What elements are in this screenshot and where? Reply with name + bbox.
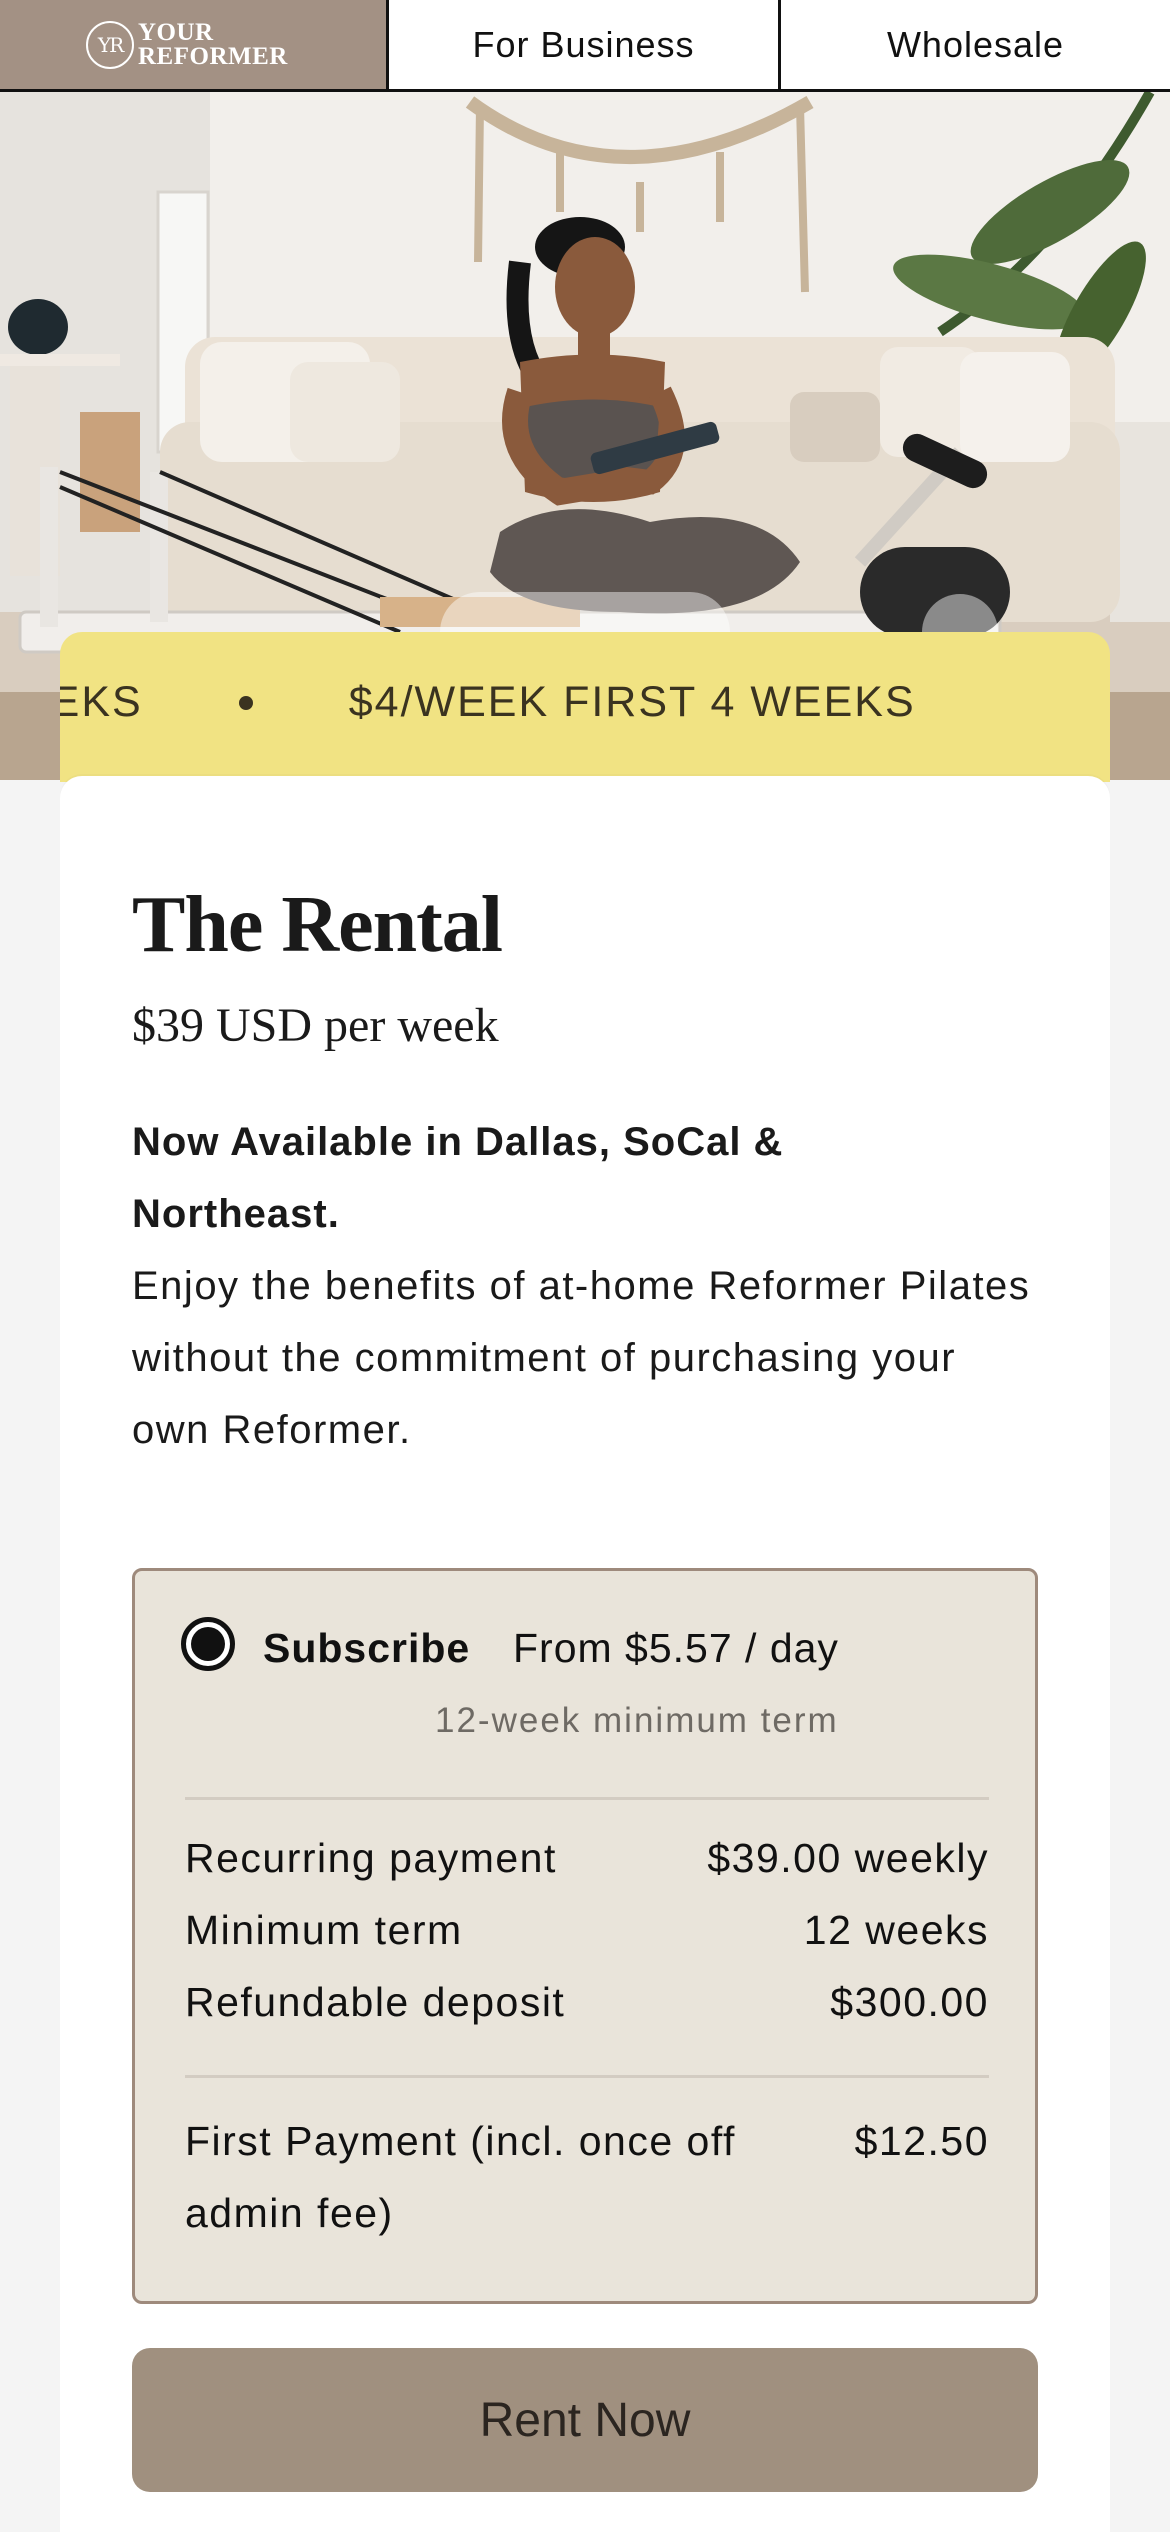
availability-text: Now Available in Dallas, SoCal & Northea… — [132, 1120, 784, 1236]
plan-row-label: Minimum term — [185, 1907, 463, 1953]
ticker-fragment: EEKS — [60, 678, 143, 726]
subscribe-plan-option[interactable]: Subscribe From $5.57 / day 12-week minim… — [132, 1568, 1038, 2304]
description-text: Enjoy the benefits of at-home Reformer P… — [132, 1264, 1031, 1452]
plan-row-recurring: Recurring payment $39.00 weekly — [185, 1835, 989, 1882]
ticker-message: $4/WEEK FIRST 4 WEEKS — [348, 678, 916, 726]
promo-ticker: EEKS $4/WEEK FIRST 4 WEEKS — [60, 632, 1110, 782]
product-title: The Rental — [132, 881, 503, 969]
plan-row-value: $39.00 weekly — [707, 1835, 989, 1881]
ticker-track: EEKS $4/WEEK FIRST 4 WEEKS — [60, 678, 916, 727]
plan-row-minimum-term: Minimum term 12 weeks — [185, 1907, 989, 1954]
ticker-separator-dot — [238, 695, 253, 710]
nav-tab-wholesale[interactable]: Wholesale — [778, 0, 1170, 89]
plan-name: Subscribe — [263, 1625, 471, 1671]
brand-logo[interactable]: YR YOUR REFORMER — [0, 0, 389, 89]
plan-from-price: From $5.57 / day — [513, 1625, 839, 1671]
top-navigation: YR YOUR REFORMER For Business Wholesale — [0, 0, 1170, 92]
subscribe-radio-button[interactable] — [181, 1617, 235, 1671]
plan-divider-bottom — [185, 2075, 989, 2078]
product-card: The Rental $39 USD per week Now Availabl… — [60, 776, 1110, 2532]
plan-row-value: 12 weeks — [803, 1907, 989, 1953]
plan-row-deposit: Refundable deposit $300.00 — [185, 1979, 989, 2026]
plan-row-label: Recurring payment — [185, 1835, 557, 1881]
logo-line-2: REFORMER — [138, 42, 288, 70]
logo-line-1: YOUR — [138, 18, 214, 46]
rent-now-button[interactable]: Rent Now — [132, 2348, 1038, 2492]
first-payment-value: $12.50 — [854, 2118, 989, 2164]
plan-divider-top — [185, 1797, 989, 1800]
first-payment-label: First Payment (incl. once off admin fee) — [185, 2118, 736, 2236]
plan-first-payment: First Payment (incl. once off admin fee)… — [185, 2105, 989, 2249]
plan-term-note: 12-week minimum term — [435, 1701, 839, 1740]
plan-row-value: $300.00 — [830, 1979, 989, 2025]
logo-wordmark: YOUR REFORMER — [138, 18, 288, 70]
nav-tab-for-business[interactable]: For Business — [389, 0, 778, 89]
product-description: Now Available in Dallas, SoCal & Northea… — [132, 1106, 1032, 1466]
product-price: $39 USD per week — [132, 999, 499, 1052]
logo-monogram-icon: YR — [86, 20, 134, 69]
plan-row-label: Refundable deposit — [185, 1979, 566, 2025]
